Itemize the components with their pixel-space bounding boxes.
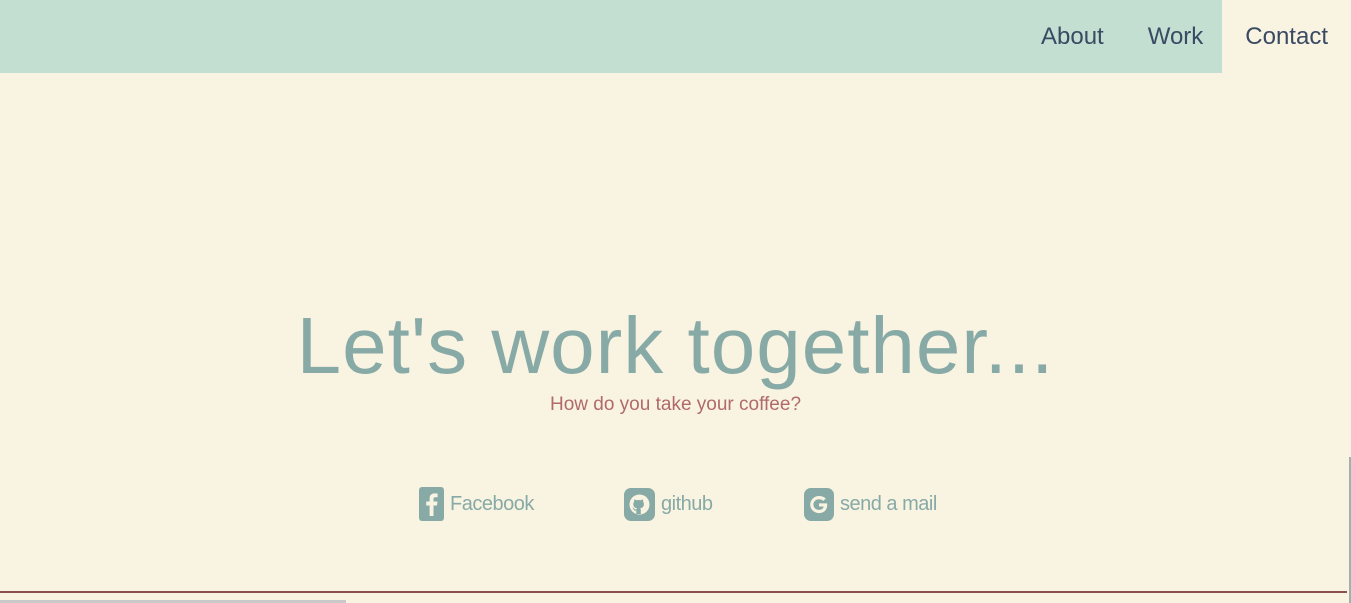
footer-divider <box>0 591 1347 593</box>
nav-work[interactable]: Work <box>1126 0 1226 73</box>
google-icon <box>804 487 834 521</box>
mail-label: send a mail <box>840 492 937 515</box>
page: About Work Contact Let's work together..… <box>0 0 1351 603</box>
mail-link[interactable]: send a mail <box>804 486 937 522</box>
github-icon <box>624 487 655 521</box>
facebook-link[interactable]: Facebook <box>419 486 534 522</box>
main-nav: About Work Contact <box>1019 0 1351 73</box>
facebook-label: Facebook <box>450 492 534 515</box>
nav-about[interactable]: About <box>1019 0 1126 73</box>
contact-links: Facebook github send a mail <box>0 486 1351 522</box>
hero-title: Let's work together... <box>296 301 1055 390</box>
github-link[interactable]: github <box>624 486 713 522</box>
github-label: github <box>661 492 713 515</box>
nav-contact[interactable]: Contact <box>1225 0 1351 73</box>
hero: Let's work together... How do you take y… <box>0 300 1351 416</box>
hero-subtitle: How do you take your coffee? <box>549 394 802 415</box>
facebook-icon <box>419 487 444 521</box>
